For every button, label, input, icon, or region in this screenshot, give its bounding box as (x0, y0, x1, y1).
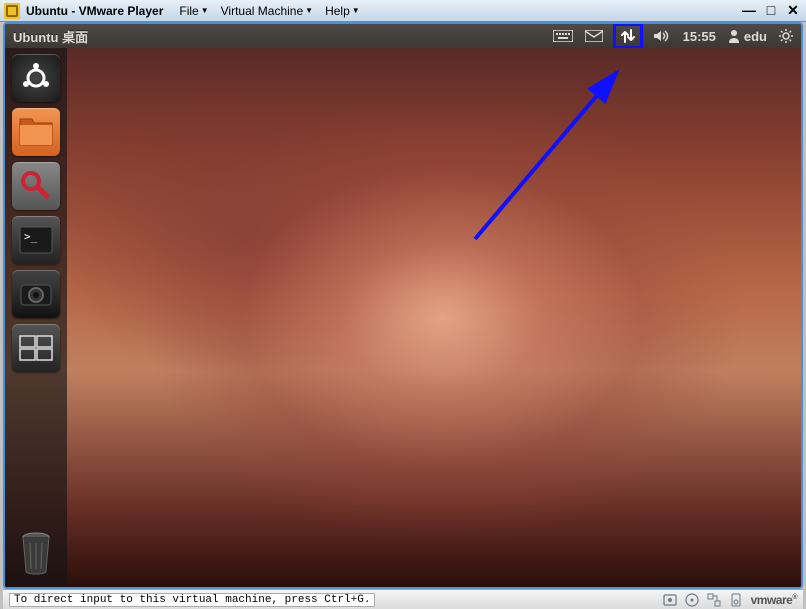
camera-icon (18, 279, 54, 309)
session-indicator[interactable] (779, 29, 793, 43)
active-window-title: Ubuntu 桌面 (13, 27, 88, 46)
launcher-terminal[interactable]: >_ (12, 216, 60, 264)
user-indicator[interactable]: edu (728, 29, 767, 44)
minimize-button[interactable]: — (740, 2, 758, 19)
terminal-icon: >_ (18, 225, 54, 255)
launcher-settings[interactable] (12, 162, 60, 210)
launcher-dash[interactable] (12, 54, 60, 102)
launcher-files[interactable] (12, 108, 60, 156)
workspace-icon (19, 335, 53, 361)
vmware-window-title: Ubuntu - VMware Player (26, 4, 163, 18)
window-controls: — □ ✕ (740, 2, 802, 19)
folder-icon (18, 117, 54, 147)
keyboard-indicator[interactable] (553, 30, 573, 42)
chevron-down-icon: ▼ (305, 6, 313, 15)
status-hint: To direct input to this virtual machine,… (9, 593, 375, 607)
vmware-titlebar: Ubuntu - VMware Player File▼ Virtual Mac… (0, 0, 806, 22)
ubuntu-top-panel: Ubuntu 桌面 15:55 edu (5, 24, 801, 48)
menu-virtual-machine[interactable]: Virtual Machine▼ (217, 4, 317, 18)
status-disk-icon[interactable] (663, 593, 677, 607)
chevron-down-icon: ▼ (201, 6, 209, 15)
volume-icon (653, 29, 671, 43)
maximize-button[interactable]: □ (762, 2, 780, 19)
vmware-app-icon (4, 3, 20, 19)
gear-wrench-icon (18, 168, 54, 204)
launcher-camera[interactable] (12, 270, 60, 318)
clock-indicator[interactable]: 15:55 (683, 29, 716, 44)
person-icon (728, 29, 740, 43)
status-cd-icon[interactable] (685, 593, 699, 607)
gear-icon (779, 29, 793, 43)
ubuntu-logo-icon (19, 61, 53, 95)
status-network-icon[interactable] (707, 593, 721, 607)
desktop-wallpaper[interactable] (5, 48, 801, 587)
launcher-workspace-switcher[interactable] (12, 324, 60, 372)
svg-text:>_: >_ (24, 230, 38, 243)
username-label: edu (744, 29, 767, 44)
vmware-brand: vmware (751, 593, 797, 607)
messaging-indicator[interactable] (585, 30, 603, 42)
vm-display[interactable]: Ubuntu 桌面 15:55 edu (3, 22, 803, 589)
vmware-statusbar: To direct input to this virtual machine,… (3, 589, 803, 609)
launcher-trash[interactable] (12, 529, 60, 577)
chevron-down-icon: ▼ (352, 6, 360, 15)
sound-indicator[interactable] (653, 29, 671, 43)
network-updown-icon (620, 28, 636, 44)
close-button[interactable]: ✕ (784, 2, 802, 19)
keyboard-icon (553, 30, 573, 42)
menu-help[interactable]: Help▼ (321, 4, 364, 18)
vmware-menubar: File▼ Virtual Machine▼ Help▼ (175, 4, 363, 18)
trash-icon (17, 531, 55, 575)
menu-file[interactable]: File▼ (175, 4, 212, 18)
status-sound-icon[interactable] (729, 593, 743, 607)
unity-launcher: >_ (5, 48, 67, 587)
mail-icon (585, 30, 603, 42)
network-indicator[interactable] (613, 23, 643, 49)
